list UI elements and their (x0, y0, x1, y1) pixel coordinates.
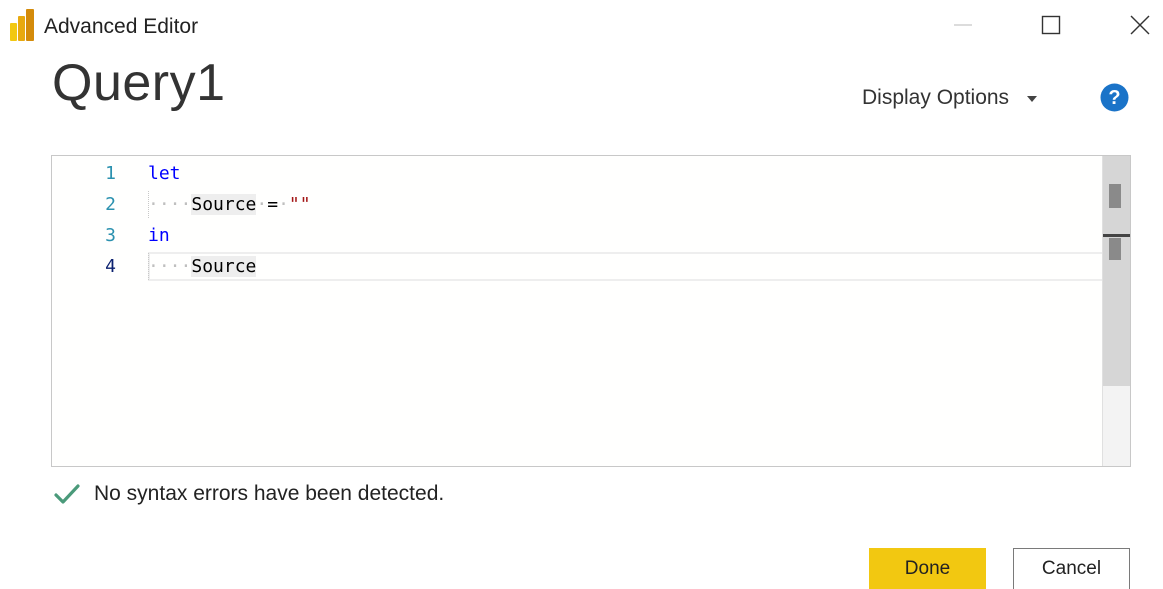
display-options-dropdown[interactable]: Display Options (862, 84, 1038, 112)
cancel-button-label: Cancel (1041, 558, 1102, 579)
scrollbar-thumb-secondary (1109, 238, 1121, 260)
syntax-status: No syntax errors have been detected. (54, 480, 444, 508)
window-title: Advanced Editor (44, 15, 199, 38)
chevron-down-icon (1027, 96, 1038, 102)
whitespace-marker: · (256, 194, 268, 215)
code-editor[interactable]: 1 2 3 4 let ····Source·=·"" in ····Sourc… (51, 155, 1131, 467)
syntax-status-message: No syntax errors have been detected. (94, 482, 445, 505)
display-options-label: Display Options (862, 86, 1010, 109)
vertical-scrollbar[interactable] (1102, 156, 1130, 466)
query-name-title: Query1 (52, 54, 226, 112)
code-line[interactable]: in (148, 220, 170, 251)
done-button-label: Done (904, 558, 951, 579)
line-number: 3 (105, 225, 116, 246)
line-number: 2 (105, 194, 116, 215)
scrollbar-cursor-marker (1103, 234, 1130, 237)
close-icon (1130, 15, 1150, 35)
code-line[interactable]: ····Source (148, 251, 257, 282)
whitespace-marker: ···· (148, 194, 192, 215)
whitespace-marker: · (278, 194, 289, 215)
operator-token: = (267, 194, 279, 215)
identifier-token: Source (191, 256, 257, 277)
close-button[interactable] (1117, 0, 1163, 50)
maximize-icon (1041, 15, 1061, 35)
help-icon[interactable]: ? (1100, 83, 1129, 112)
keyword-token: in (148, 225, 170, 246)
minimize-icon (954, 24, 972, 26)
code-line[interactable]: ····Source·=·"" (148, 189, 311, 220)
advanced-editor-dialog: Advanced Editor Query1 Display Options ? (0, 0, 1163, 589)
minimize-button[interactable] (940, 0, 986, 50)
line-number-gutter: 1 2 3 4 (52, 156, 148, 466)
title-bar: Advanced Editor (0, 0, 1163, 50)
maximize-button[interactable] (1028, 0, 1074, 50)
scrollbar-thumb[interactable] (1109, 184, 1121, 208)
done-button[interactable]: Done (869, 548, 986, 589)
powerbi-logo-icon (10, 9, 34, 41)
code-line[interactable]: let (148, 158, 181, 189)
line-number-active: 4 (105, 256, 116, 277)
current-line-highlight (148, 252, 1130, 281)
keyword-token: let (148, 163, 181, 184)
whitespace-marker: ···· (148, 256, 192, 277)
line-number: 1 (105, 163, 116, 184)
identifier-token: Source (191, 194, 257, 215)
string-token: "" (288, 194, 311, 215)
cancel-button[interactable]: Cancel (1013, 548, 1130, 589)
checkmark-icon (54, 484, 80, 504)
svg-text:?: ? (1108, 87, 1120, 109)
